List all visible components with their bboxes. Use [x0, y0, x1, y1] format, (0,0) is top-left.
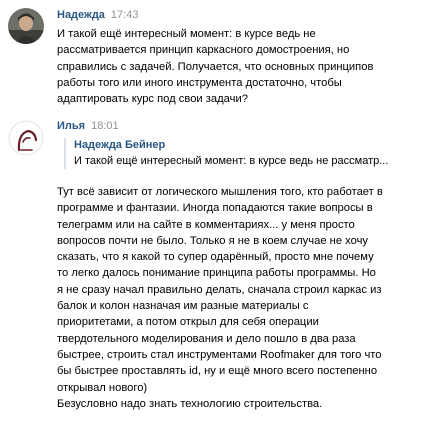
message-line: бы быстрее проставлять id, ну и ещё мног…: [57, 365, 378, 378]
reply-quote[interactable]: Надежда Бейнер И такой ещё интересный мо…: [64, 138, 388, 169]
message-text: И такой ещё интересный момент: в курсе в…: [57, 26, 373, 107]
author-name[interactable]: Надежда: [57, 9, 105, 21]
message-line: приоритетами, а потом открыл для себя оп…: [57, 316, 319, 329]
message-line: твердотельного моделирования и дело пошл…: [57, 332, 356, 345]
message-text: Тут всё зависит от логического мышления …: [57, 184, 383, 412]
user-photo-icon: [8, 8, 44, 44]
message-header: Надежда 17:43: [57, 9, 138, 21]
avatar-nadezhda[interactable]: [8, 8, 44, 44]
message-header: Илья 18:01: [57, 120, 119, 132]
message-line: я не сразу начал правильно делать, снача…: [57, 283, 382, 296]
reply-author: Надежда Бейнер: [74, 139, 166, 151]
message-time[interactable]: 17:43: [111, 9, 139, 21]
message-line: балок и колон назначая им разные материа…: [57, 300, 309, 313]
message-line: то легко далось понимание принципа работ…: [57, 267, 376, 280]
message-line: программе и фантазии. Иногда попадаются …: [57, 202, 373, 215]
message-line: справились с задачей. Получается, что ос…: [57, 60, 374, 73]
message-line: Безусловно надо знать технологию строите…: [57, 397, 323, 410]
message-line: телеграмм или на сайте в комментариях...…: [57, 218, 355, 231]
message-line: открывал нового): [57, 381, 148, 394]
avatar-ilya[interactable]: [8, 120, 44, 156]
message-time[interactable]: 18:01: [91, 120, 119, 132]
author-name[interactable]: Илья: [57, 120, 85, 132]
message-line: сказать, что я какой то супер одарённый,…: [57, 251, 374, 264]
message-line: И такой ещё интересный момент: в курсе в…: [57, 28, 316, 40]
message-line: работы того или иного инструмента достат…: [57, 76, 342, 89]
message-line: быстрее, строить стал инструментами Roof…: [57, 348, 382, 361]
message-line: рассматривается принцип каркасного домос…: [57, 44, 350, 57]
message-line: адаптировать курс под свои задачи?: [57, 93, 248, 106]
message-line: вопросов почти не было. Только я не в ко…: [57, 234, 369, 247]
message-line: Тут всё зависит от логического мышления …: [57, 186, 383, 198]
reply-text: И такой ещё интересный момент: в курсе в…: [74, 155, 389, 167]
user-photo-icon: [8, 120, 44, 156]
